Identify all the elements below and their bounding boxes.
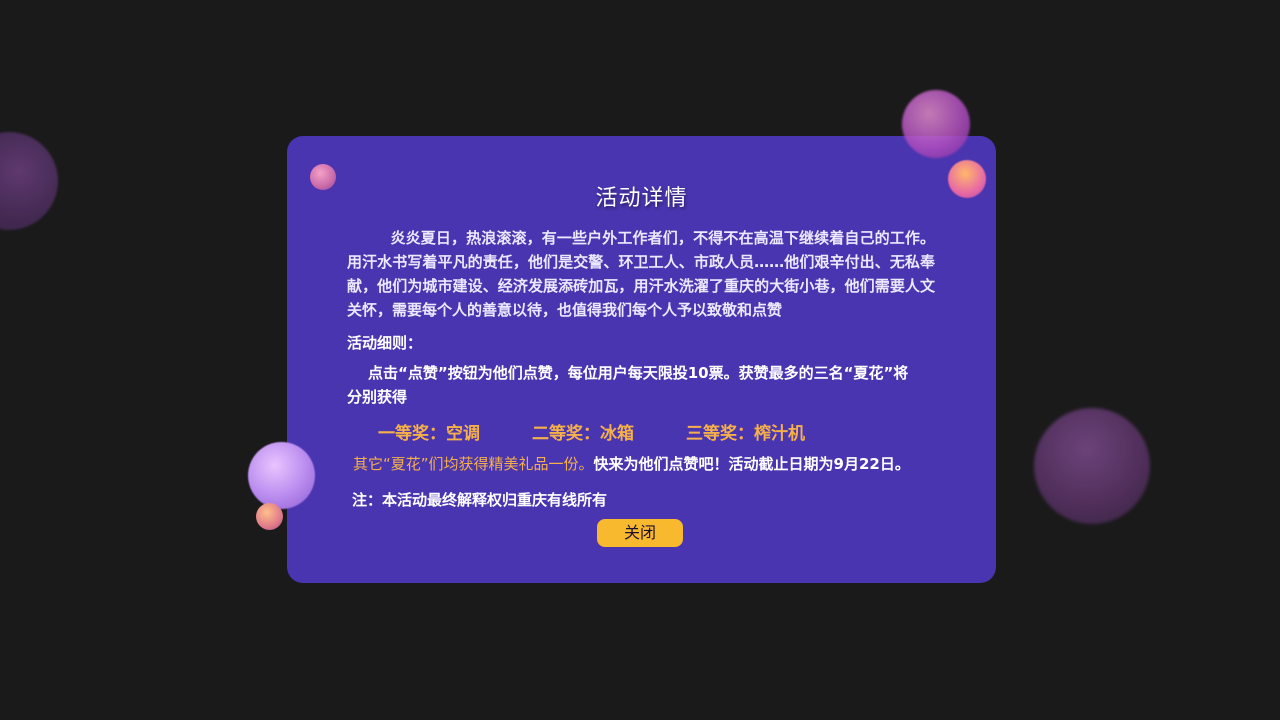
rules-heading: 活动细则：: [347, 334, 423, 352]
disclaimer-note: 注：本活动最终解释权归重庆有线所有: [352, 491, 608, 509]
close-button[interactable]: 关闭: [597, 519, 683, 547]
other-prize-line: 其它“夏花”们均获得精美礼品一份。快来为他们点赞吧！活动截止日期为9月22日。: [353, 453, 993, 474]
prize-first: 一等奖：空调: [378, 424, 480, 444]
activity-details-dialog: 活动详情 炎炎夏日，热浪滚滚，有一些户外工作者们，不得不在高温下继续着自己的工作…: [287, 136, 996, 583]
rules-body: 点击“点赞”按钮为他们点赞，每位用户每天限投10票。获赞最多的三名“夏花”将分别…: [347, 364, 909, 406]
prize-second: 二等奖：冰箱: [532, 424, 634, 444]
decorative-bubble: [1034, 408, 1150, 524]
page-stage: 活动详情 炎炎夏日，热浪滚滚，有一些户外工作者们，不得不在高温下继续着自己的工作…: [0, 0, 1280, 720]
decorative-bubble: [0, 132, 58, 230]
dialog-title: 活动详情: [595, 186, 688, 211]
prize-third: 三等奖：榨汁机: [686, 424, 805, 444]
decorative-bubble: [902, 90, 970, 158]
decorative-bubble: [948, 160, 986, 198]
decorative-bubble: [310, 164, 336, 190]
decorative-bubble: [256, 503, 283, 530]
decorative-bubble: [248, 442, 315, 509]
deadline-text: 快来为他们点赞吧！活动截止日期为9月22日。: [593, 455, 910, 473]
intro-paragraph: 炎炎夏日，热浪滚滚，有一些户外工作者们，不得不在高温下继续着自己的工作。用汗水书…: [347, 229, 935, 319]
prize-list: 一等奖：空调 二等奖：冰箱 三等奖：榨汁机: [378, 419, 878, 444]
other-gift-text: 其它“夏花”们均获得精美礼品一份。: [353, 455, 594, 473]
